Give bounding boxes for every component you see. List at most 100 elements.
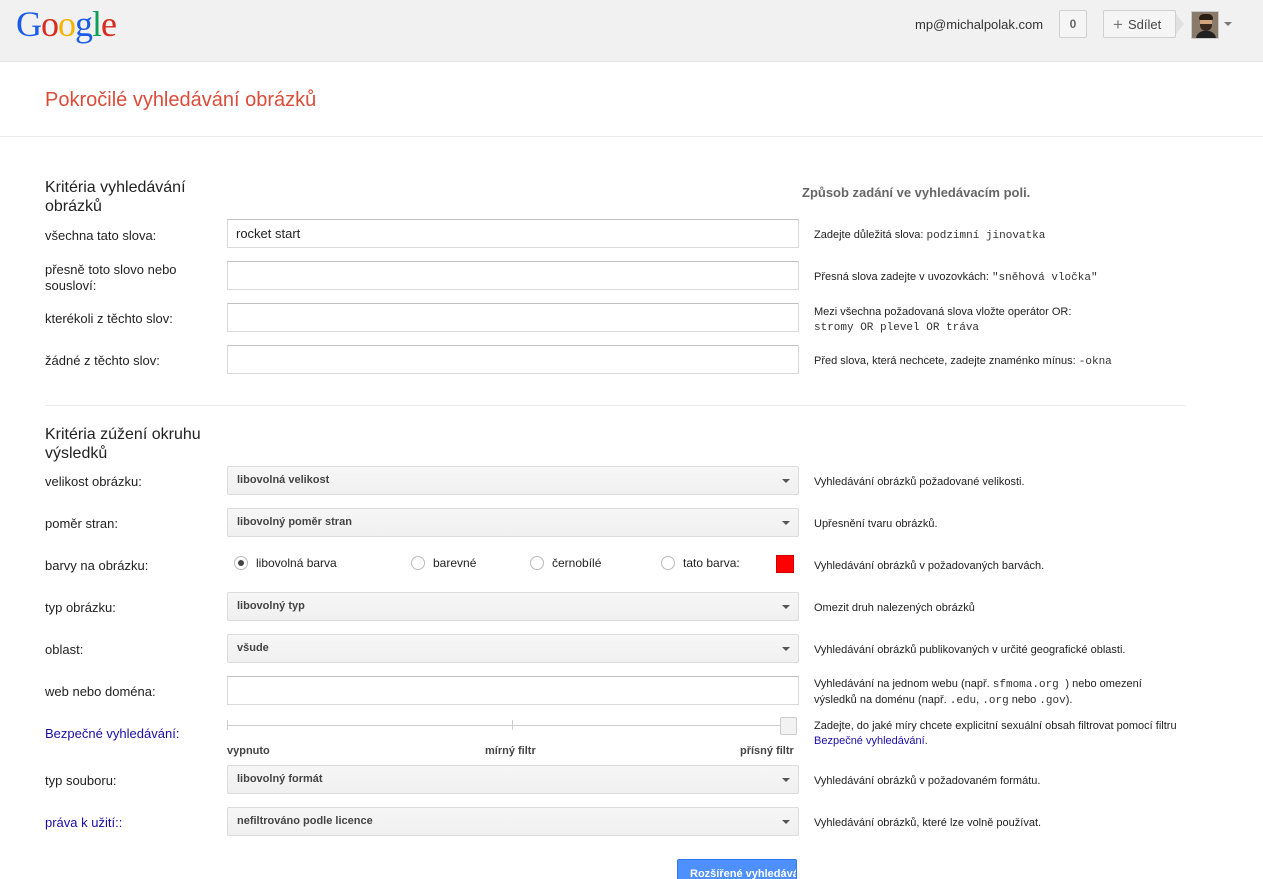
aspect-ratio-select[interactable]: libovolný poměr stran — [227, 508, 799, 537]
aspect-ratio-value: libovolný poměr stran — [237, 516, 352, 528]
chevron-down-icon — [782, 521, 790, 525]
all-words-label: všechna tato slova: — [45, 228, 157, 243]
logo-letter: l — [92, 4, 102, 44]
site-hint-text-3: výsledků na doménu (např. — [814, 694, 950, 706]
color-specific-radio[interactable] — [661, 556, 675, 570]
site-hint-example-2: .edu — [949, 695, 977, 707]
search-criteria-title: Kritéria vyhledávání obrázků — [45, 179, 186, 215]
usage-rights-value: nefiltrováno podle licence — [237, 815, 373, 827]
safesearch-hint-link[interactable]: Bezpečné vyhledávání — [814, 735, 925, 747]
color-full-label[interactable]: barevné — [433, 556, 476, 570]
site-input[interactable] — [227, 676, 799, 705]
color-specific-label[interactable]: tato barva: — [683, 556, 740, 570]
usage-rights-link[interactable]: práva k užití:: — [45, 815, 215, 831]
all-words-hint-text: Zadejte důležitá slova: — [814, 229, 927, 241]
share-arrow-icon — [1176, 14, 1184, 34]
usage-rights-select[interactable]: nefiltrováno podle licence — [227, 807, 799, 836]
logo-letter: G — [16, 4, 42, 44]
exact-phrase-hint-example: "sněhová vločka" — [991, 272, 1098, 284]
site-label: web nebo doména: — [45, 684, 156, 699]
all-words-hint-example: podzimní jinovatka — [926, 230, 1046, 242]
chevron-down-icon — [782, 605, 790, 609]
logo-letter: e — [101, 4, 117, 44]
aspect-ratio-label: poměr stran: — [45, 516, 118, 531]
image-type-select[interactable]: libovolný typ — [227, 592, 799, 621]
all-words-input[interactable] — [227, 219, 799, 248]
share-button[interactable]: + Sdílet — [1103, 10, 1176, 38]
slider-tick — [227, 720, 228, 730]
avatar-body — [1196, 31, 1216, 38]
color-any-radio[interactable] — [234, 556, 248, 570]
divider — [0, 136, 1263, 137]
exact-phrase-hint-text: Přesná slova zadejte v uvozovkách: — [814, 271, 992, 283]
image-size-select[interactable]: libovolná velikost — [227, 466, 799, 495]
region-hint: Vyhledávání obrázků publikovaných v urči… — [814, 644, 1126, 656]
image-size-hint: Vyhledávání obrázků požadované velikosti… — [814, 476, 1025, 488]
any-words-hint-example: stromy OR plevel OR tráva — [814, 322, 980, 334]
google-logo[interactable]: Google — [16, 4, 117, 44]
chevron-down-icon — [782, 479, 790, 483]
safesearch-level-strict: přísný filtr — [740, 745, 794, 757]
site-hint-text-5: nebo — [1008, 694, 1040, 706]
file-type-hint: Vyhledávání obrázků v požadovaném formát… — [814, 775, 1041, 787]
safesearch-slider-thumb[interactable] — [780, 717, 797, 735]
image-size-value: libovolná velikost — [237, 474, 330, 486]
avatar-hair — [1199, 14, 1213, 20]
exact-phrase-hint: Přesná slova zadejte v uvozovkách: "sněh… — [814, 270, 1098, 286]
logo-letter: g — [75, 4, 93, 44]
any-words-input[interactable] — [227, 303, 799, 332]
image-type-value: libovolný typ — [237, 600, 305, 612]
safesearch-hint: Zadejte, do jaké míry chcete explicitní … — [814, 719, 1184, 749]
region-value: všude — [237, 642, 269, 654]
image-type-hint: Omezit druh nalezených obrázků — [814, 602, 975, 614]
advanced-search-button[interactable]: Rozšířené vyhledávání — [677, 859, 797, 879]
chevron-down-icon — [782, 820, 790, 824]
chevron-down-icon[interactable] — [1224, 22, 1232, 26]
site-hint-text-2: ) nebo omezení — [1065, 678, 1142, 690]
safesearch-hint-end: . — [924, 735, 928, 747]
any-words-label: kterékoli z těchto slov: — [45, 311, 173, 326]
site-hint-text-6: ). — [1065, 694, 1073, 706]
region-label: oblast: — [45, 642, 84, 657]
exact-phrase-input[interactable] — [227, 261, 799, 290]
notification-count-button[interactable]: 0 — [1059, 10, 1087, 38]
logo-letter: o — [41, 4, 59, 44]
color-swatch-button[interactable] — [776, 555, 794, 573]
file-type-select[interactable]: libovolný formát — [227, 765, 799, 794]
color-full-radio[interactable] — [411, 556, 425, 570]
colors-label: barvy na obrázku: — [45, 558, 149, 573]
any-words-hint-text: Mezi všechna požadovaná slova vložte ope… — [814, 306, 1072, 318]
color-any-label[interactable]: libovolná barva — [256, 556, 337, 570]
none-words-input[interactable] — [227, 345, 799, 374]
usage-rights-hint: Vyhledávání obrázků, které lze volně pou… — [814, 817, 1042, 829]
safesearch-level-moderate: mírný filtr — [485, 745, 536, 757]
hint-column-title: Způsob zadání ve vyhledávacím poli. — [802, 185, 1031, 200]
none-words-label: žádné z těchto slov: — [45, 353, 160, 368]
slider-tick — [512, 720, 513, 730]
plus-icon: + — [1113, 15, 1123, 34]
site-hint-example-1: sfmoma.org — [992, 679, 1066, 691]
all-words-hint: Zadejte důležitá slova: podzimní jinovat… — [814, 228, 1045, 244]
site-hint: Vyhledávání na jednom webu (např. sfmoma… — [814, 677, 1142, 709]
image-size-label: velikost obrázku: — [45, 474, 142, 489]
site-hint-example-3: .org — [982, 695, 1009, 707]
none-words-hint: Před slova, která nechcete, zadejte znam… — [814, 354, 1112, 370]
share-button-label: Sdílet — [1127, 17, 1162, 32]
chevron-down-icon — [782, 778, 790, 782]
file-type-value: libovolný formát — [237, 773, 323, 785]
chevron-down-icon — [782, 647, 790, 651]
safesearch-link[interactable]: Bezpečné vyhledávání: — [45, 726, 215, 742]
safesearch-slider-track[interactable] — [227, 725, 792, 726]
account-email[interactable]: mp@michalpolak.com — [915, 17, 1043, 32]
color-bw-radio[interactable] — [530, 556, 544, 570]
file-type-label: typ souboru: — [45, 773, 117, 788]
none-words-hint-example: -okna — [1078, 356, 1112, 368]
exact-phrase-label: přesně toto slovo nebo sousloví: — [45, 262, 177, 293]
safesearch-level-off: vypnuto — [227, 745, 270, 757]
top-bar: Google mp@michalpolak.com 0 + Sdílet — [0, 0, 1263, 62]
color-bw-label[interactable]: černobílé — [552, 556, 601, 570]
region-select[interactable]: všude — [227, 634, 799, 663]
none-words-hint-text: Před slova, která nechcete, zadejte znam… — [814, 355, 1079, 367]
site-hint-text-1: Vyhledávání na jednom webu (např. — [814, 678, 993, 690]
user-avatar[interactable] — [1191, 11, 1219, 39]
